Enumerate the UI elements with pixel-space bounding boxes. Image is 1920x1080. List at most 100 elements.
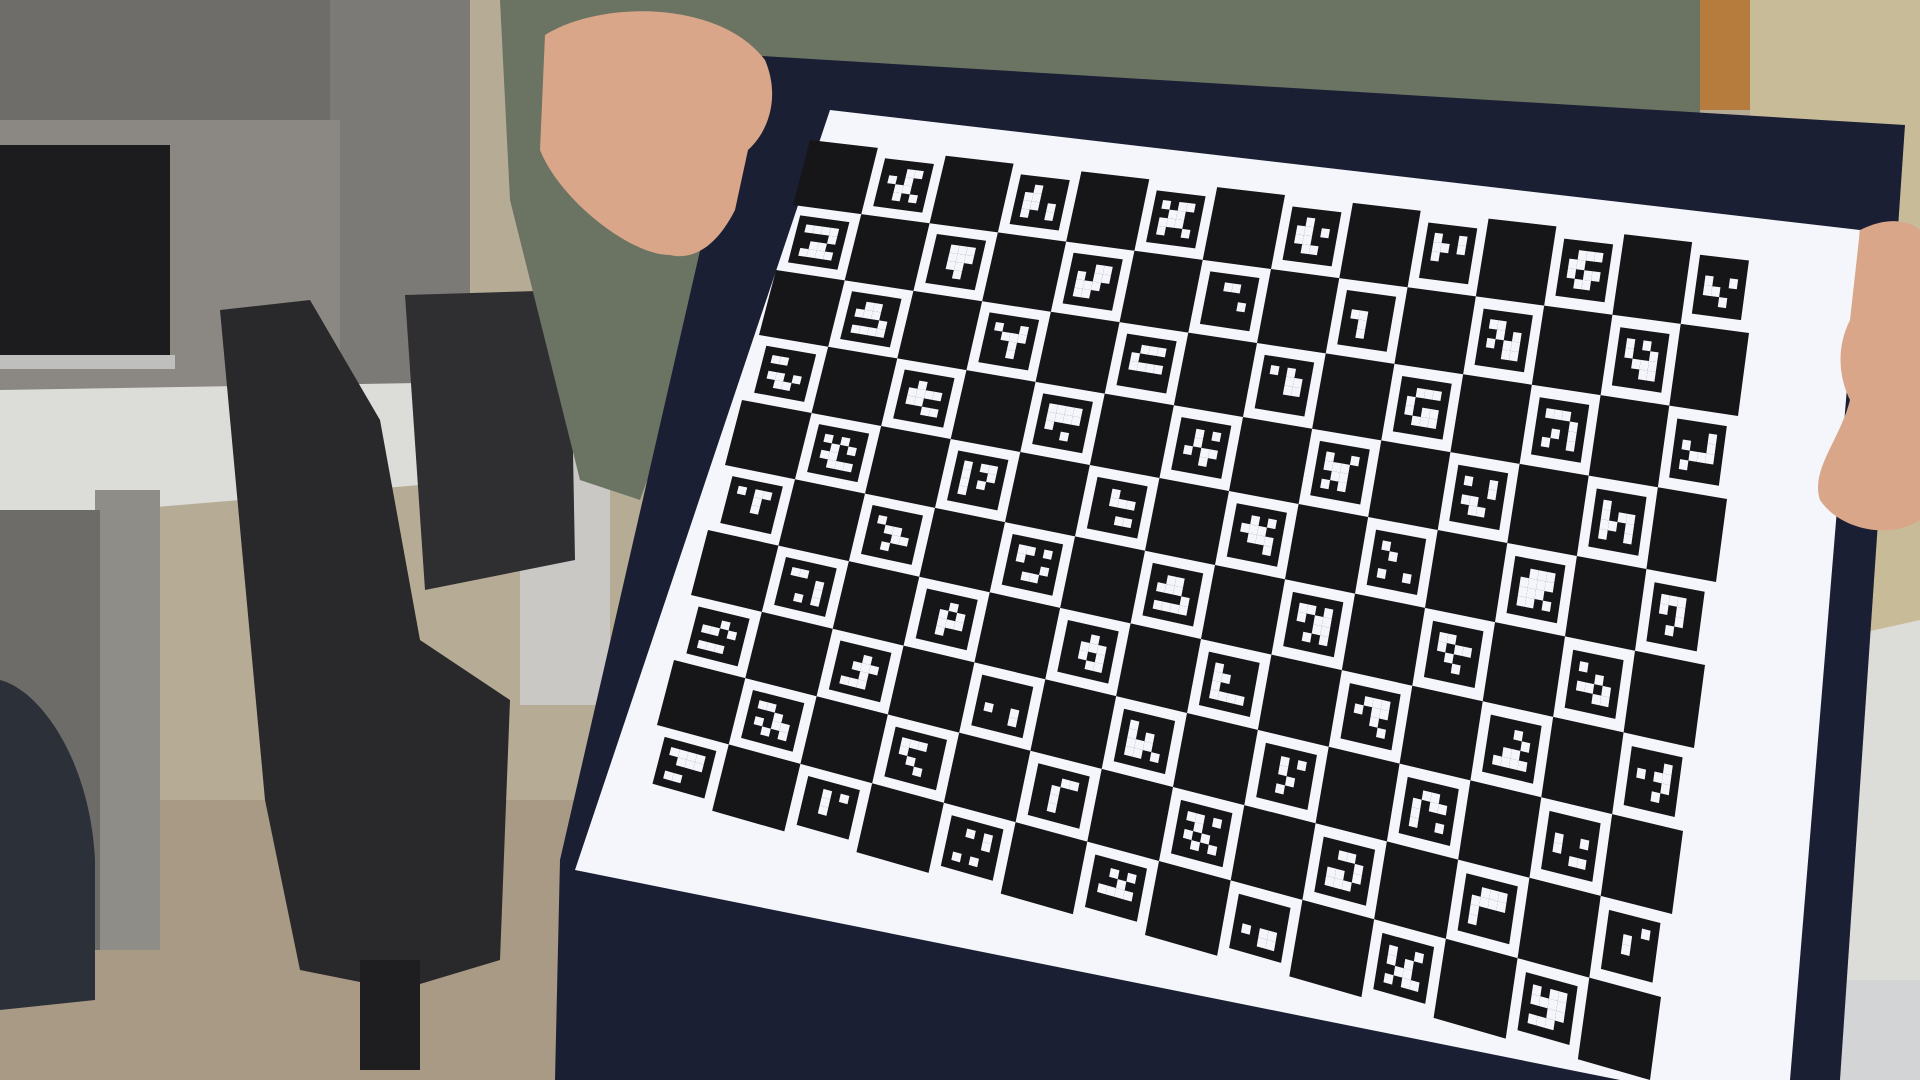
aruco-bit [1220, 673, 1231, 685]
aruco-bit [1325, 451, 1335, 462]
aruco-bit [1420, 407, 1431, 419]
aruco-bit [1199, 447, 1210, 459]
aruco-bit [1581, 279, 1592, 291]
aruco-bit [1042, 549, 1053, 560]
aruco-bit [1157, 217, 1168, 227]
aruco-bit [1636, 767, 1647, 780]
aruco-bit [1323, 607, 1334, 619]
aruco-marker [1623, 746, 1683, 818]
aruco-bit [1376, 568, 1387, 579]
aruco-bit [1064, 406, 1075, 417]
aruco-bit [957, 485, 968, 496]
aruco-bit [1510, 341, 1521, 353]
aruco-bit [1430, 792, 1441, 804]
aruco-bit [1553, 832, 1564, 845]
aruco-bit [1318, 635, 1329, 647]
aruco-bit [1092, 273, 1103, 283]
aruco-bit [1182, 444, 1193, 456]
aruco-bit [1336, 481, 1347, 493]
aruco-bit [1664, 624, 1675, 637]
aruco-bit [1210, 680, 1221, 692]
aruco-marker [1086, 476, 1148, 539]
aruco-bit [1704, 453, 1715, 465]
aruco-bit [1039, 566, 1050, 577]
checker-square [1119, 250, 1203, 333]
aruco-bit [1090, 281, 1101, 292]
aruco-bit [1379, 709, 1390, 721]
aruco-bit [1161, 601, 1172, 613]
aruco-bit [1296, 611, 1307, 623]
aruco-bit [1113, 516, 1124, 527]
aruco-bit [1410, 415, 1421, 427]
aruco-bit [1500, 756, 1511, 769]
aruco-bit [1437, 803, 1448, 816]
aruco-bit [1429, 409, 1439, 420]
aruco-bit [1440, 242, 1450, 254]
chair-base [360, 960, 420, 1070]
aruco-bit [1292, 377, 1303, 389]
aruco-bit [959, 476, 970, 487]
aruco-bit [1108, 497, 1120, 508]
aruco-bit [1475, 506, 1486, 518]
aruco-bit [1248, 524, 1259, 535]
aruco-marker [1418, 222, 1478, 285]
aruco-bit [986, 473, 997, 484]
aruco-bit [1702, 285, 1713, 297]
aruco-bit [1375, 727, 1387, 740]
aruco-bit [1662, 763, 1673, 776]
aruco-bit [1226, 693, 1237, 705]
aruco-bit [1174, 576, 1185, 588]
aruco-bit [1302, 235, 1313, 246]
aruco-bit [1358, 310, 1369, 321]
aruco-bit [1500, 349, 1511, 361]
aruco-bit [1585, 251, 1596, 262]
aruco-bit [1658, 603, 1669, 616]
aruco-bit [1214, 662, 1225, 674]
aruco-bit [1624, 347, 1634, 359]
checker-square [1482, 622, 1565, 717]
aruco-bit [1255, 534, 1266, 546]
aruco-bit [1696, 451, 1707, 464]
aruco-bit [1617, 512, 1628, 524]
aruco-bit [1668, 595, 1679, 607]
aruco-bit [1331, 461, 1342, 473]
aruco-bit [1457, 235, 1468, 246]
aruco-bit [1044, 420, 1055, 431]
aruco-bit [1405, 395, 1416, 407]
aruco-bit [1717, 297, 1728, 309]
aruco-bit [1607, 520, 1618, 532]
aruco-bit [1599, 518, 1610, 531]
aruco-bit [1094, 264, 1105, 275]
aruco-bit [1185, 202, 1196, 213]
aruco-bit [1266, 518, 1277, 530]
aruco-bit [1545, 408, 1555, 419]
checker-square [1257, 269, 1340, 354]
aruco-bit [1653, 771, 1663, 784]
aruco-bit [1125, 500, 1136, 511]
aruco-bit [1601, 685, 1612, 698]
aruco-bit [1436, 641, 1447, 653]
aruco-bit [1223, 282, 1234, 293]
aruco-bit [1177, 605, 1189, 616]
aruco-bit [1728, 278, 1739, 290]
aruco-bit [1568, 855, 1579, 868]
aruco-bit [1508, 758, 1519, 771]
aruco-marker [1032, 393, 1093, 454]
aruco-marker [1254, 354, 1315, 417]
aruco-bit [1380, 699, 1391, 712]
aruco-bit [1576, 259, 1586, 271]
aruco-marker [1283, 591, 1344, 658]
aruco-bit [1467, 505, 1478, 517]
aruco-bit [1308, 245, 1319, 256]
aruco-bit [1062, 414, 1073, 425]
checker-square [1399, 685, 1483, 781]
aruco-bit [1156, 347, 1167, 358]
aruco-bit [1311, 624, 1322, 636]
aruco-bit [1303, 226, 1314, 237]
aruco-bit [1575, 680, 1586, 693]
aruco-bit [1681, 439, 1692, 451]
aruco-bit [1286, 367, 1297, 378]
desk-leg [95, 490, 160, 950]
aruco-bit [1552, 842, 1563, 854]
aruco-bit [1432, 390, 1442, 402]
